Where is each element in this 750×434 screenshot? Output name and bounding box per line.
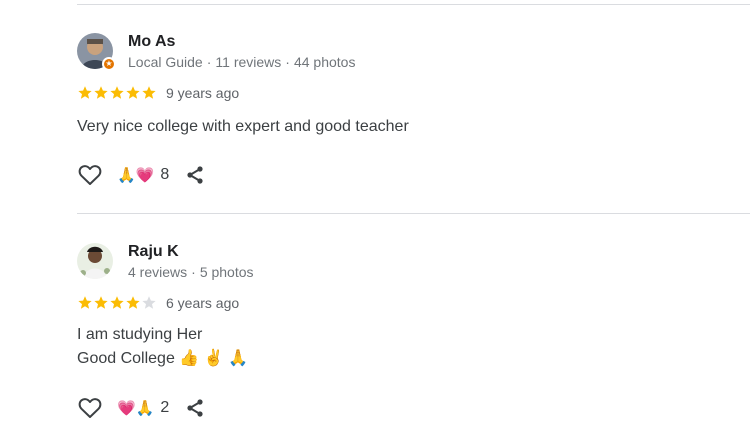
star-empty-icon: [142, 296, 156, 309]
like-button[interactable]: [77, 395, 103, 421]
reaction-emojis: 💗🙏: [117, 399, 155, 417]
review-count: 4 reviews: [128, 264, 188, 280]
reactions-summary[interactable]: 🙏💗 8: [117, 166, 169, 184]
reviewer-name[interactable]: Mo As: [128, 33, 175, 51]
reviewer-meta: Local Guide · 11 reviews · 44 photos: [128, 54, 356, 70]
reaction-emojis: 🙏💗: [117, 166, 155, 184]
rating-row: 9 years ago: [77, 84, 239, 102]
reviewer-name[interactable]: Raju K: [128, 243, 179, 261]
local-guide-label: Local Guide: [128, 54, 203, 70]
photo-count: 5 photos: [199, 264, 254, 280]
star-rating: [77, 85, 157, 101]
review-actions: 💗🙏 2: [77, 395, 206, 421]
photo-count: 44 photos: [293, 54, 356, 70]
heart-outline-icon: [78, 165, 102, 185]
star-filled-icon: [126, 86, 140, 99]
avatar[interactable]: ★: [77, 33, 116, 71]
review-date: 9 years ago: [166, 85, 240, 101]
heart-outline-icon: [78, 398, 102, 418]
star-filled-icon: [78, 296, 92, 309]
rating-row: 6 years ago: [77, 294, 239, 312]
reactions-summary[interactable]: 💗🙏 2: [117, 399, 169, 417]
star-filled-icon: [126, 296, 140, 309]
local-guide-badge-icon: ★: [102, 57, 116, 71]
avatar[interactable]: [77, 243, 113, 279]
star-rating: [77, 295, 157, 311]
review-date: 6 years ago: [166, 295, 240, 311]
star-filled-icon: [142, 86, 156, 99]
share-button[interactable]: [184, 164, 206, 186]
star-filled-icon: [94, 296, 108, 309]
review-card: Raju K 4 reviews · 5 photos 6 years ago I …: [77, 243, 750, 433]
review-text: Very nice college with expert and good t…: [77, 118, 409, 135]
like-button[interactable]: [77, 162, 103, 188]
star-filled-icon: [110, 86, 124, 99]
reviewer-meta: 4 reviews · 5 photos: [128, 264, 254, 280]
share-icon: [187, 399, 203, 417]
star-filled-icon: [110, 296, 124, 309]
star-filled-icon: [78, 86, 92, 99]
review-divider: [77, 213, 750, 214]
top-divider: [77, 4, 750, 5]
review-count: 11 reviews: [215, 54, 282, 70]
review-card: ★ Mo As Local Guide · 11 reviews · 44 photos…: [77, 33, 750, 193]
share-icon: [187, 166, 203, 184]
reaction-count: 8: [160, 166, 170, 183]
share-button[interactable]: [184, 397, 206, 419]
reaction-count: 2: [160, 399, 170, 416]
review-text: I am studying Her Good College 👍 ✌️ 🙏: [77, 326, 248, 367]
review-actions: 🙏💗 8: [77, 162, 206, 188]
star-filled-icon: [94, 86, 108, 99]
